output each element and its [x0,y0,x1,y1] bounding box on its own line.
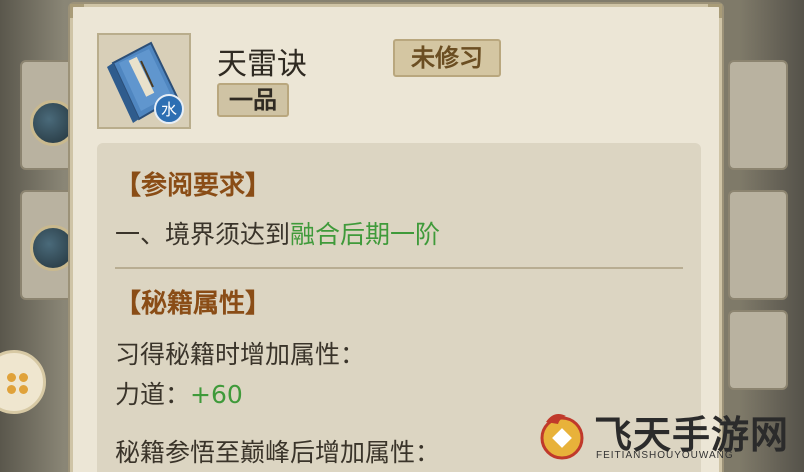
attributes-title: 【秘籍属性】 [115,289,272,319]
svg-text:水: 水 [161,100,177,119]
menu-button[interactable] [0,350,46,414]
section-divider [115,267,683,269]
game-screen: 水 天雷诀 未修习 一品 【参阅要求】 一、境界须达到融合后期一阶 【秘籍属性】… [0,0,804,472]
stat-label: 力道： [115,380,191,409]
skill-name: 天雷诀 [217,47,307,82]
skill-header: 水 天雷诀 未修习 一品 [97,33,697,133]
learn-status-badge: 未修习 [393,39,501,77]
grade-badge: 一品 [217,83,289,117]
peak-attributes-label: 秘籍参悟至巅峰后增加属性： [115,438,441,467]
skill-book-graphic: 水 [107,41,184,124]
watermark: 飞天手游网 FEITIANSHOUYOUWANG [536,400,804,472]
stat-value: +60 [190,380,243,409]
menu-dot [7,385,16,394]
background-slot [728,190,788,300]
learn-attributes-label: 习得秘籍时增加属性： [115,340,366,369]
menu-dot [19,385,28,394]
requirement-prefix: 一、境界须达到 [115,220,291,249]
panel-corner [70,4,84,18]
requirements-title: 【参阅要求】 [115,171,272,201]
background-slot [728,60,788,170]
panel-corner [708,4,722,18]
menu-dot [19,373,28,382]
menu-dots-icon [7,373,16,382]
requirement-line: 一、境界须达到融合后期一阶 [115,215,440,251]
stat-line: 力道：+60 [115,375,243,411]
watermark-logo-icon [540,414,584,460]
skill-book-icon[interactable]: 水 [97,33,191,129]
watermark-subtitle: FEITIANSHOUYOUWANG [596,450,734,461]
background-slot [728,310,788,390]
requirement-realm: 融合后期一阶 [290,220,441,249]
